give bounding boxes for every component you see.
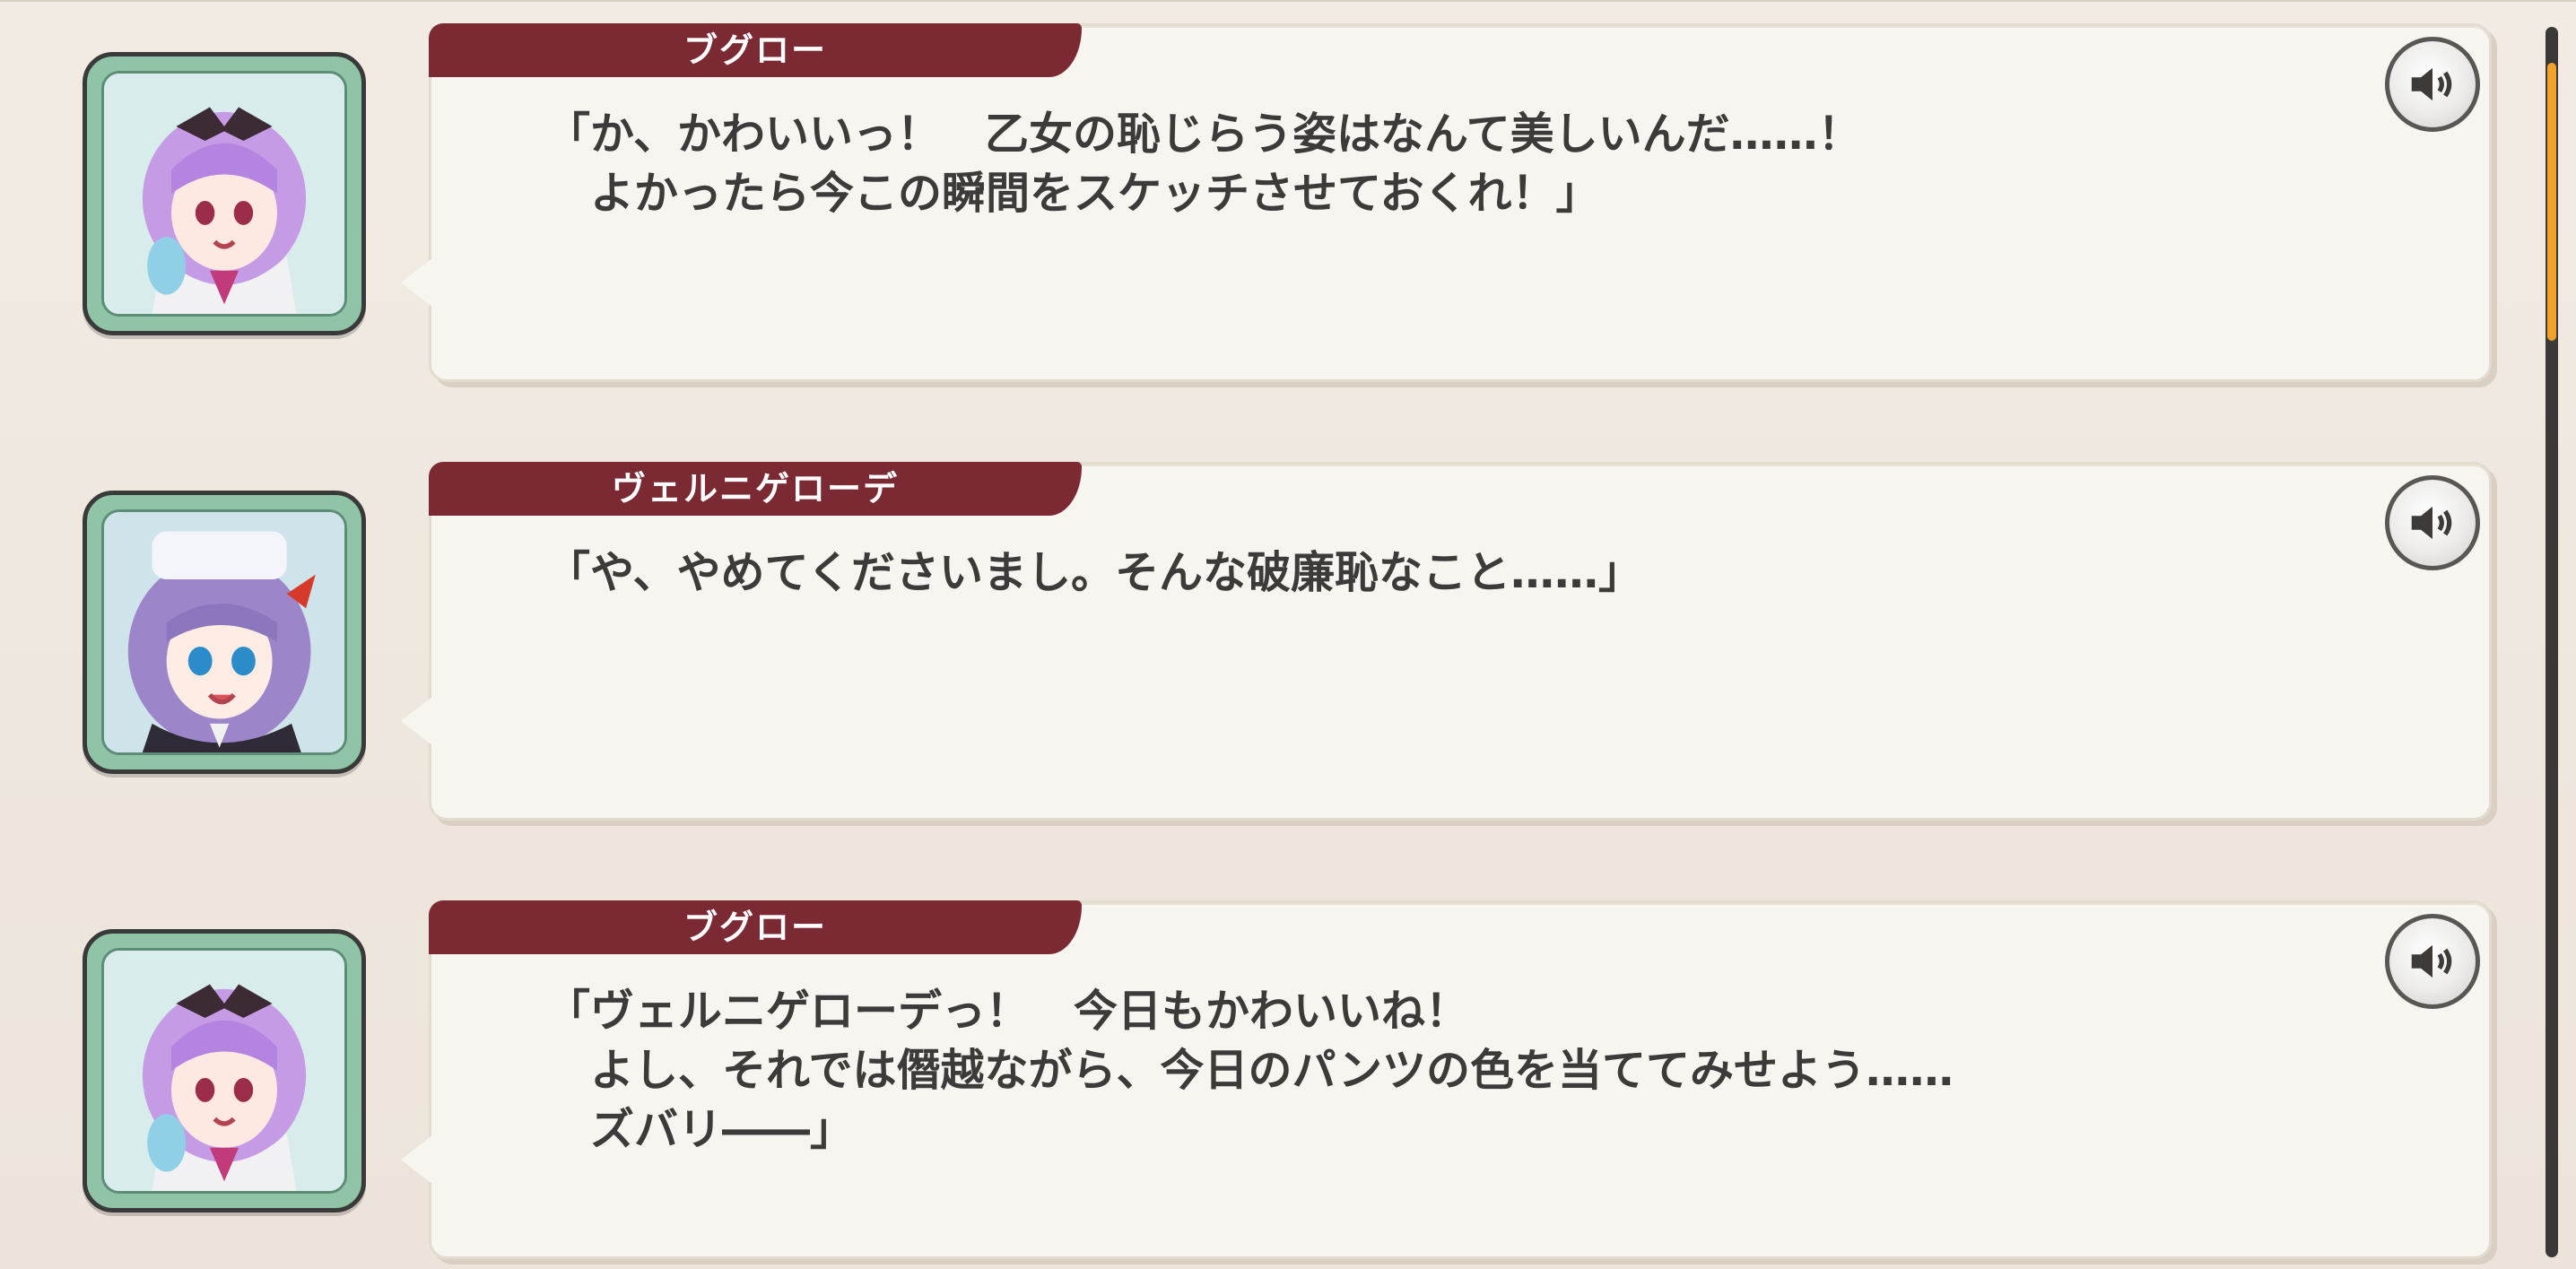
- voice-replay-button[interactable]: [2385, 475, 2480, 570]
- dialogue-log: ブグロー 「か、かわいいっ！ 乙女の恥じらう姿はなんて美しいんだ……！ よかった…: [0, 0, 2576, 1269]
- scrollbar-thumb[interactable]: [2547, 63, 2556, 341]
- speaker-volume-icon: [2411, 944, 2452, 978]
- character-portrait-bouguereau: [104, 74, 344, 314]
- dialogue-text: 「ヴェルニゲローデっ！ 今日もかわいいね！ よし、それでは僭越ながら、今日のパン…: [546, 986, 1954, 1155]
- log-entry: ヴェルニゲローデ 「や、やめてくださいまし。そんな破廉恥なこと……」: [0, 440, 2511, 821]
- speaker-name-tab: ブグロー: [429, 900, 1082, 954]
- speaker-portrait: [83, 929, 366, 1213]
- dialogue-text: 「や、やめてくださいまし。そんな破廉恥なこと……」: [546, 547, 1643, 598]
- speaker-volume-icon: [2411, 506, 2452, 540]
- voice-replay-button[interactable]: [2385, 914, 2480, 1009]
- dialogue-bubble: ブグロー 「ヴェルニゲローデっ！ 今日もかわいいね！ よし、それでは僭越ながら、…: [401, 900, 2492, 1259]
- voice-replay-button[interactable]: [2385, 37, 2480, 132]
- speaker-volume-icon: [2411, 67, 2452, 101]
- log-entry: ブグロー 「ヴェルニゲローデっ！ 今日もかわいいね！ よし、それでは僭越ながら、…: [0, 879, 2511, 1259]
- dialogue-bubble: ヴェルニゲローデ 「や、やめてくださいまし。そんな破廉恥なこと……」: [401, 462, 2492, 821]
- speaker-portrait: [83, 52, 366, 335]
- speaker-portrait: [83, 491, 366, 774]
- bubble-tail: [401, 696, 433, 746]
- dialogue-text: 「か、かわいいっ！ 乙女の恥じらう姿はなんて美しいんだ……！ よかったら今この瞬…: [546, 109, 1862, 219]
- dialogue-bubble: ブグロー 「か、かわいいっ！ 乙女の恥じらう姿はなんて美しいんだ……！ よかった…: [401, 23, 2492, 382]
- character-portrait-wernigerode: [104, 512, 344, 752]
- bubble-tail: [401, 1134, 433, 1185]
- character-portrait-bouguereau: [104, 951, 344, 1191]
- log-entry: ブグロー 「か、かわいいっ！ 乙女の恥じらう姿はなんて美しいんだ……！ よかった…: [0, 2, 2511, 382]
- speaker-name-tab: ヴェルニゲローデ: [429, 462, 1082, 516]
- bubble-tail: [401, 257, 433, 308]
- speaker-name-tab: ブグロー: [429, 23, 1082, 77]
- log-scrollbar[interactable]: [2546, 27, 2558, 1257]
